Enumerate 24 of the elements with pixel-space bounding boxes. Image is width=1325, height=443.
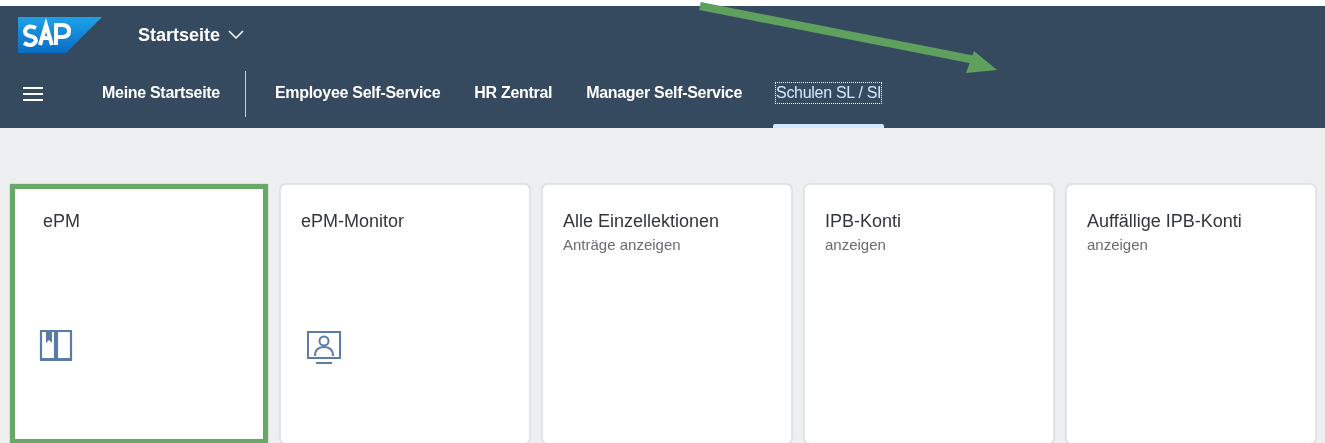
page-title-menu[interactable]: Startseite	[138, 24, 245, 46]
tile-title: Alle Einzellektionen	[563, 211, 721, 232]
chevron-down-icon	[228, 30, 245, 40]
monitor-person-icon	[307, 330, 341, 366]
book-icon	[39, 329, 73, 363]
menu-icon[interactable]	[23, 86, 43, 102]
nav-tab[interactable]: Employee Self-Service	[273, 82, 442, 104]
app-tile[interactable]: Auffällige IPB-Konti anzeigen	[1066, 184, 1316, 443]
nav-tab[interactable]: HR Zentral	[473, 82, 554, 104]
nav-tab[interactable]: Manager Self-Service	[585, 82, 744, 104]
tile-title: Auffällige IPB-Konti	[1087, 211, 1243, 232]
tile-subtitle: Anträge anzeigen	[563, 236, 682, 253]
tile-subtitle: anzeigen	[1087, 236, 1149, 253]
app-tile[interactable]: ePM-Monitor	[280, 184, 530, 443]
nav-tab[interactable]: Meine Startseite	[101, 82, 221, 104]
logo-icon[interactable]	[18, 17, 102, 53]
tile-subtitle: anzeigen	[825, 236, 887, 253]
app-tile[interactable]: ePM	[10, 184, 268, 443]
tile-title: ePM-Monitor	[301, 211, 406, 232]
nav-tab[interactable]: Schulen SL / SI	[775, 82, 883, 104]
app-tile[interactable]: Alle Einzellektionen Anträge anzeigen	[542, 184, 792, 443]
tile-title: IPB-Konti	[825, 211, 903, 232]
tile-title: ePM	[43, 211, 81, 232]
app-tile[interactable]: IPB-Konti anzeigen	[804, 184, 1054, 443]
